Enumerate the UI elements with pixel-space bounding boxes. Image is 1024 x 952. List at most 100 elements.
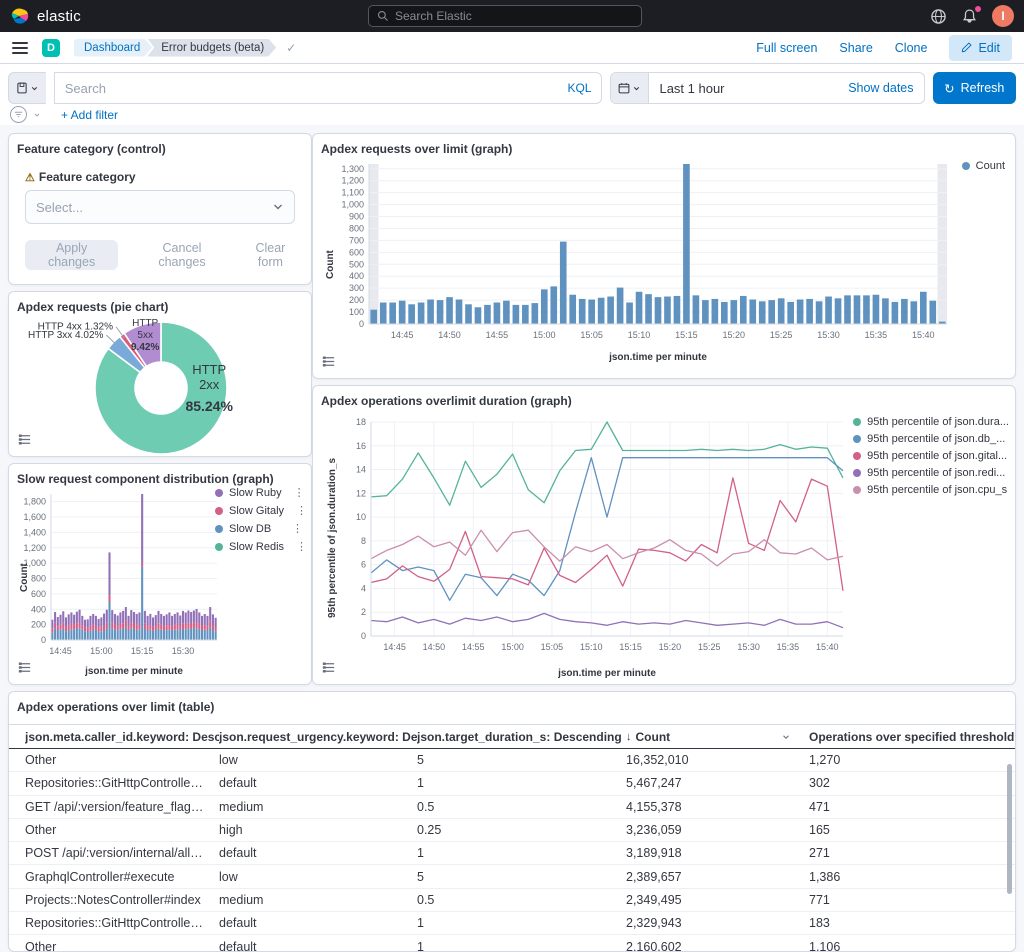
- clear-form-button[interactable]: Clear form: [246, 241, 295, 269]
- kql-search-input[interactable]: Search KQL: [54, 72, 603, 104]
- menu-icon[interactable]: [12, 42, 28, 54]
- legend-item-slow-redis[interactable]: Slow Redis ⋮: [215, 540, 303, 553]
- column-header-2[interactable]: json.target_duration_s: Descending: [417, 730, 626, 744]
- legend-item-duration[interactable]: 95th percentile of json.dura...: [853, 416, 1009, 428]
- table-cell[interactable]: 5,467,247: [626, 776, 809, 790]
- table-cell[interactable]: 1: [417, 776, 626, 790]
- table-cell[interactable]: Other: [25, 940, 219, 952]
- cancel-changes-button[interactable]: Cancel changes: [144, 241, 220, 269]
- column-header-4[interactable]: Operations over specified threshold...: [809, 730, 1015, 744]
- clone-link[interactable]: Clone: [895, 41, 928, 55]
- table-cell[interactable]: 1: [417, 846, 626, 860]
- globe-icon[interactable]: [930, 8, 947, 25]
- pie-chart[interactable]: HTTP2xx85.24%HTTP 3xx 4.02%HTTP 4xx 1.32…: [9, 314, 312, 457]
- table-cell[interactable]: medium: [219, 800, 417, 814]
- table-cell[interactable]: 165: [809, 823, 1015, 837]
- time-range-value[interactable]: Last 1 hour: [659, 81, 724, 96]
- table-cell[interactable]: 2,329,943: [626, 916, 809, 930]
- legend-item-db[interactable]: 95th percentile of json.db_...: [853, 433, 1009, 445]
- show-dates-link[interactable]: Show dates: [848, 81, 913, 95]
- table-cell[interactable]: Other: [25, 753, 219, 767]
- table-cell[interactable]: low: [219, 753, 417, 767]
- column-header-1[interactable]: json.request_urgency.keyword: Des...: [219, 730, 417, 744]
- table-cell[interactable]: 0.5: [417, 893, 626, 907]
- legend-item-slow-ruby[interactable]: Slow Ruby ⋮: [215, 486, 303, 499]
- table-cell[interactable]: default: [219, 940, 417, 952]
- table-cell[interactable]: 1,386: [809, 870, 1015, 884]
- table-cell[interactable]: 3,189,918: [626, 846, 809, 860]
- table-row[interactable]: Otherhigh0.253,236,059165: [9, 819, 1015, 842]
- table-row[interactable]: Otherdefault12,160,6021,106: [9, 935, 1015, 952]
- table-cell[interactable]: 3,236,059: [626, 823, 809, 837]
- table-cell[interactable]: medium: [219, 893, 417, 907]
- table-row[interactable]: Repositories::GitHttpController#git_upl.…: [9, 912, 1015, 935]
- legend-menu-icon[interactable]: ⋮: [290, 540, 307, 553]
- full-screen-link[interactable]: Full screen: [756, 41, 817, 55]
- legend-item-count[interactable]: Count: [962, 160, 1005, 172]
- table-cell[interactable]: 5: [417, 870, 626, 884]
- table-cell[interactable]: high: [219, 823, 417, 837]
- breadcrumb-dashboard[interactable]: Dashboard: [74, 39, 152, 57]
- table-cell[interactable]: default: [219, 916, 417, 930]
- legend-menu-icon[interactable]: ⋮: [288, 486, 305, 499]
- table-cell[interactable]: Repositories::GitHttpController#info_ref…: [25, 776, 219, 790]
- filter-options-icon[interactable]: [10, 106, 27, 123]
- table-cell[interactable]: 5: [417, 753, 626, 767]
- table-cell[interactable]: 2,160,602: [626, 940, 809, 952]
- calendar-menu-button[interactable]: [611, 73, 649, 103]
- legend-item-redis[interactable]: 95th percentile of json.redi...: [853, 467, 1009, 479]
- global-search-input[interactable]: Search Elastic: [368, 5, 642, 27]
- table-row[interactable]: GET /api/:version/feature_flags/unleash.…: [9, 796, 1015, 819]
- add-filter-link[interactable]: + Add filter: [61, 108, 118, 122]
- table-cell[interactable]: 302: [809, 776, 1015, 790]
- table-cell[interactable]: Other: [25, 823, 219, 837]
- table-row[interactable]: POST /api/:version/internal/alloweddefau…: [9, 842, 1015, 865]
- table-cell[interactable]: 4,155,378: [626, 800, 809, 814]
- share-link[interactable]: Share: [839, 41, 872, 55]
- table-cell[interactable]: 2,389,657: [626, 870, 809, 884]
- user-avatar[interactable]: I: [992, 5, 1014, 27]
- table-cell[interactable]: 1,106: [809, 940, 1015, 952]
- table-cell[interactable]: low: [219, 870, 417, 884]
- legend-item-cpu[interactable]: 95th percentile of json.cpu_s: [853, 484, 1009, 496]
- table-row[interactable]: Projects::NotesController#indexmedium0.5…: [9, 889, 1015, 912]
- table-row[interactable]: Otherlow516,352,0101,270: [9, 749, 1015, 772]
- legend-toggle-button[interactable]: [321, 660, 339, 678]
- apply-changes-button[interactable]: Apply changes: [25, 240, 118, 270]
- legend-toggle-button[interactable]: [17, 660, 35, 678]
- table-cell[interactable]: 0.25: [417, 823, 626, 837]
- table-cell[interactable]: 0.5: [417, 800, 626, 814]
- table-cell[interactable]: GET /api/:version/feature_flags/unleash.…: [25, 800, 219, 814]
- column-header-0[interactable]: json.meta.caller_id.keyword: Desce...: [25, 730, 219, 744]
- table-cell[interactable]: 2,349,495: [626, 893, 809, 907]
- table-row[interactable]: Repositories::GitHttpController#info_ref…: [9, 772, 1015, 795]
- legend-item-slow-db[interactable]: Slow DB ⋮: [215, 522, 303, 535]
- kql-selector[interactable]: KQL: [567, 81, 591, 95]
- table-cell[interactable]: 471: [809, 800, 1015, 814]
- table-cell[interactable]: Repositories::GitHttpController#git_upl.…: [25, 916, 219, 930]
- table-cell[interactable]: 1,270: [809, 753, 1015, 767]
- edit-button[interactable]: Edit: [949, 35, 1012, 61]
- notifications-icon[interactable]: [961, 8, 978, 25]
- legend-item-gitaly[interactable]: 95th percentile of json.gital...: [853, 450, 1009, 462]
- space-avatar[interactable]: D: [42, 39, 60, 57]
- table-cell[interactable]: 271: [809, 846, 1015, 860]
- legend-item-slow-gitaly[interactable]: Slow Gitaly ⋮: [215, 504, 303, 517]
- table-scrollbar[interactable]: [1007, 764, 1012, 894]
- table-cell[interactable]: 183: [809, 916, 1015, 930]
- bar-chart[interactable]: 01002003004005006007008009001,0001,1001,…: [319, 156, 1007, 378]
- column-header-3[interactable]: ↓Count: [626, 730, 809, 744]
- table-cell[interactable]: Projects::NotesController#index: [25, 893, 219, 907]
- table-cell[interactable]: default: [219, 776, 417, 790]
- feature-category-select[interactable]: Select...: [25, 190, 295, 224]
- legend-toggle-button[interactable]: [321, 354, 339, 372]
- table-cell[interactable]: default: [219, 846, 417, 860]
- table-cell[interactable]: GraphqlController#execute: [25, 870, 219, 884]
- legend-menu-icon[interactable]: ⋮: [286, 522, 303, 535]
- table-cell[interactable]: POST /api/:version/internal/allowed: [25, 846, 219, 860]
- saved-query-menu-button[interactable]: [8, 72, 46, 104]
- elastic-brand[interactable]: elastic: [10, 6, 81, 26]
- table-cell[interactable]: 1: [417, 940, 626, 952]
- legend-menu-icon[interactable]: ⋮: [290, 504, 307, 517]
- refresh-button[interactable]: ↻ Refresh: [933, 72, 1016, 104]
